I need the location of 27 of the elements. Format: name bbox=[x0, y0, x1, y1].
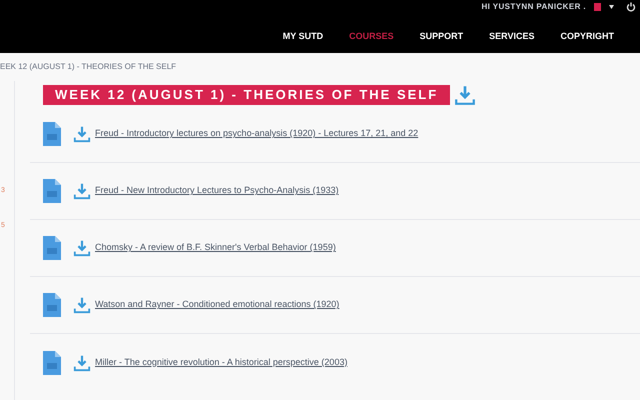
download-icon[interactable] bbox=[73, 182, 91, 200]
download-icon[interactable] bbox=[73, 239, 91, 257]
nav-link[interactable]: MY SUTD bbox=[282, 30, 324, 44]
power-icon[interactable] bbox=[626, 2, 636, 12]
download-icon[interactable] bbox=[73, 296, 91, 314]
nav-link[interactable]: COURSES bbox=[349, 30, 394, 44]
file-link[interactable]: Freud - Introductory lectures on psycho-analysis (1920) - Lectures 17, 21, and 22 bbox=[95, 127, 418, 141]
caret-icon[interactable] bbox=[609, 4, 614, 8]
file-link[interactable]: Chomsky - A review of B.F. Skinner's Verbal Behavior (1959) bbox=[95, 241, 336, 255]
document-icon bbox=[43, 236, 61, 260]
download-icon[interactable] bbox=[73, 125, 91, 143]
document-icon bbox=[43, 122, 61, 146]
file-link[interactable]: Miller - The cognitive revolution - A historical perspective (2003) bbox=[95, 356, 348, 370]
document-icon bbox=[43, 293, 61, 317]
nav-link[interactable]: SERVICES bbox=[489, 30, 534, 44]
section-title: WEEK 12 (AUGUST 1) - THEORIES OF THE SELF bbox=[43, 85, 450, 105]
download-icon[interactable] bbox=[73, 354, 91, 372]
document-icon bbox=[43, 350, 61, 374]
user-avatar-icon[interactable] bbox=[594, 2, 601, 10]
user-greeting[interactable]: HI YUSTYNN PANICKER . bbox=[481, 0, 586, 12]
nav-link[interactable]: SUPPORT bbox=[420, 30, 464, 44]
download-icon[interactable] bbox=[454, 84, 476, 106]
file-link[interactable]: Watson and Rayner - Conditioned emotional reactions (1920) bbox=[95, 298, 340, 312]
nav-link[interactable]: COPYRIGHT bbox=[560, 30, 614, 44]
document-icon bbox=[43, 179, 61, 203]
breadcrumb[interactable]: EEK 12 (AUGUST 1) - THEORIES OF THE SELF bbox=[0, 61, 176, 73]
file-link[interactable]: Freud - New Introductory Lectures to Psycho-Analysis (1933) bbox=[95, 184, 339, 198]
